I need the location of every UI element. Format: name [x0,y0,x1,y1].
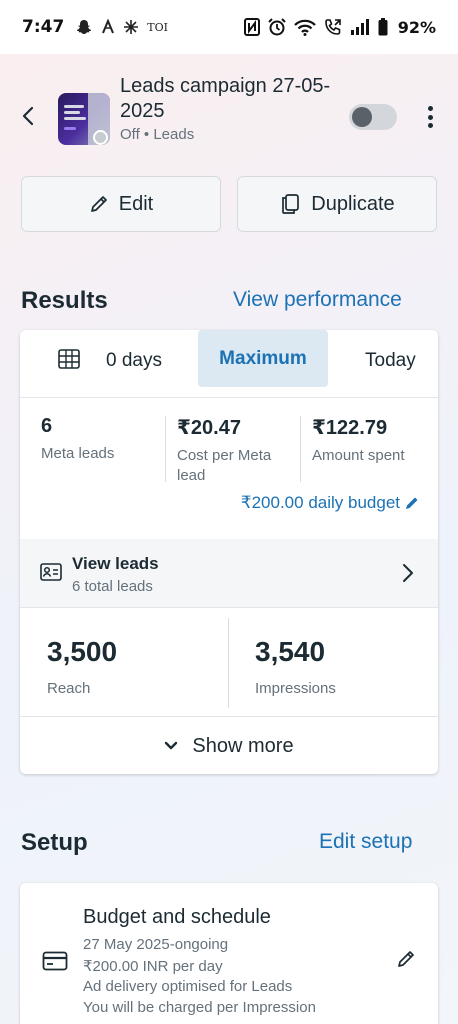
table-icon [58,349,80,369]
campaign-header: Leads campaign 27-05-2025 Off • Leads [0,64,458,164]
metric-amount-spent: ₹122.79 Amount spent [312,415,432,466]
duplicate-icon [282,194,300,214]
reach-label: Reach [47,680,91,697]
kebab-dot [427,123,433,128]
snapchat-icon [77,20,92,34]
campaign-status: Off [120,126,140,143]
campaign-objective: Leads [153,126,195,143]
show-more-button[interactable]: Show more [20,718,438,774]
divider [165,416,166,482]
impressions-label: Impressions [255,680,336,697]
campaign-title: Leads campaign 27-05-2025 [120,75,331,122]
tab-today[interactable]: Today [365,350,416,372]
duplicate-button[interactable]: Duplicate [237,176,437,232]
metric-meta-leads: 6 Meta leads [41,415,161,464]
reach-impressions-row: 3,500 Reach 3,540 Impressions [20,607,438,717]
chevron-left-icon [22,106,34,126]
budget-schedule-card[interactable]: Budget and schedule 27 May 2025-ongoing … [20,883,438,1024]
setup-title: Setup [21,829,88,856]
impressions-value: 3,540 [255,636,326,667]
separator-dot: • [143,126,154,143]
tab-maximum[interactable]: Maximum [198,330,328,387]
divider [300,416,301,482]
metric-label: Cost per Meta lead [177,447,272,484]
daily-budget-link[interactable]: ₹200.00 daily budget [241,493,420,513]
budget-schedule-title: Budget and schedule [83,906,271,928]
news-icon [102,19,115,34]
metric-impressions: 3,540 Impressions [255,636,336,697]
pencil-icon [406,497,418,509]
toggle-knob [352,107,372,127]
tab-days[interactable]: 0 days [106,350,162,372]
kebab-dot [427,114,433,120]
star-icon [124,20,139,34]
kebab-dot [427,106,433,111]
daily-budget-text: ₹200.00 daily budget [240,493,400,512]
chevron-right-icon [402,563,414,588]
metric-label: Amount spent [312,447,405,464]
battery-icon [378,18,388,36]
toi-icon: TOI [147,20,168,34]
edit-button[interactable]: Edit [21,176,221,232]
nfc-icon [243,18,260,36]
view-leads-title: View leads [72,554,159,573]
status-bar: 7:47 TOI 92% [0,0,458,54]
metric-cost-per-lead: ₹20.47 Cost per Meta lead [177,415,297,486]
edit-setup-link[interactable]: Edit setup [319,830,412,854]
back-button[interactable] [18,104,38,128]
calendar-tab[interactable] [58,349,80,369]
metric-value: ₹20.47 [177,417,241,439]
pencil-icon [398,951,414,967]
pencil-icon [90,196,107,212]
reach-value: 3,500 [47,636,118,667]
edit-label: Edit [118,192,154,215]
campaign-toggle[interactable] [349,104,397,130]
wifi-icon [293,19,316,36]
edit-budget-button[interactable] [396,949,416,974]
status-time: 7:47 [22,17,65,37]
campaign-subtitle: Off • Leads [120,126,194,143]
view-leads-subtitle: 6 total leads [72,578,153,595]
metric-value: ₹122.79 [312,417,388,439]
view-leads-row[interactable]: View leads 6 total leads [20,539,438,607]
budget-schedule-line: Ad delivery optimised for Leads [83,978,293,995]
budget-schedule-line: ₹200.00 INR per day [83,958,223,975]
metric-reach: 3,500 Reach [47,636,117,697]
status-dot [93,130,108,145]
signal-icon [350,19,369,35]
chevron-down-icon [165,741,178,750]
notification-icons: TOI [76,19,168,35]
contact-card-icon [40,563,62,586]
budget-schedule-line: 27 May 2025-ongoing [83,936,229,953]
metric-value: 6 [41,415,53,437]
results-metrics: 6 Meta leads ₹20.47 Cost per Meta lead ₹… [20,399,438,539]
battery-percent: 92% [397,17,436,37]
call-icon [324,19,341,35]
date-range-tabs: 0 days Maximum Today [20,330,438,398]
alarm-icon [267,18,286,36]
results-title: Results [21,287,108,314]
system-icons: 92% [243,17,436,37]
divider [228,618,229,708]
show-more-label: Show more [192,734,294,757]
more-options-button[interactable] [420,104,440,130]
metric-label: Meta leads [41,445,115,462]
view-performance-link[interactable]: View performance [233,288,402,312]
results-card: 0 days Maximum Today 6 Meta leads ₹20.47… [20,330,438,774]
budget-schedule-line: You will be charged per Impression [83,999,316,1016]
duplicate-label: Duplicate [311,192,395,215]
credit-card-icon [42,951,68,976]
